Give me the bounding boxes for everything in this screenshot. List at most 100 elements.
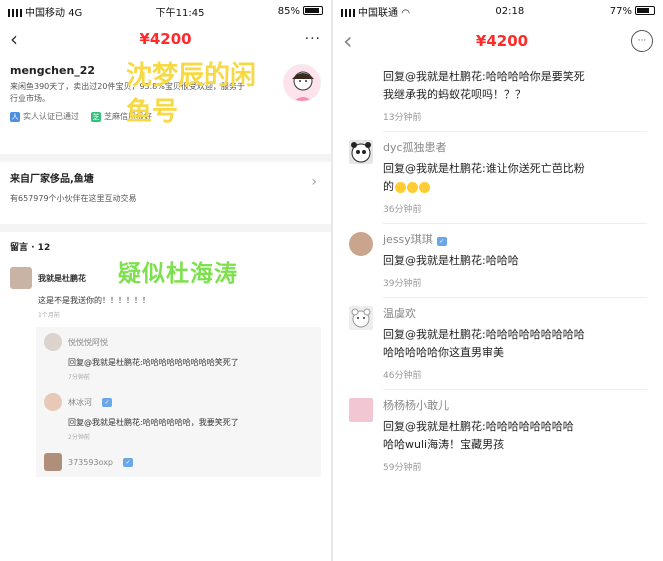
reply-time: 13分钟前 bbox=[383, 113, 422, 123]
reply-time: 39分钟前 bbox=[383, 279, 422, 289]
reply-item: dyc孤独患者 回复@我就是杜鹏花:谁让你送死亡芭比粉的 36分钟前 bbox=[349, 132, 647, 224]
comment-text: 这是不是我送你的！！！！！！ bbox=[38, 296, 150, 305]
battery-icon bbox=[303, 6, 323, 15]
reply-avatar[interactable] bbox=[44, 333, 62, 351]
status-bar: 中国联通 ◠ 02:18 77% bbox=[333, 0, 663, 22]
comment-time: 1个月前 bbox=[38, 312, 60, 319]
reply-text: 回复@我就是杜鹏花:哈哈哈哈你是要笑死 我继承我的蚂蚁花呗吗！？？ bbox=[383, 68, 647, 104]
commenter-name[interactable]: 我就是杜鹏花 bbox=[38, 273, 86, 284]
more-icon[interactable]: ··· bbox=[631, 30, 653, 52]
battery-level bbox=[305, 8, 319, 13]
laugh-emoji-icon bbox=[419, 181, 430, 193]
reply-name[interactable]: 温虞欢 bbox=[383, 306, 647, 322]
reply-text: 回复@我就是杜鹏花:哈哈哈 bbox=[383, 254, 519, 267]
reply-text-line2: 哈哈wuli海涛！宝藏男孩 bbox=[383, 438, 505, 451]
more-icon[interactable]: ··· bbox=[291, 31, 321, 47]
reply-avatar[interactable] bbox=[349, 232, 373, 256]
pond-member-count: 有657979个小伙伴在这里互动交易 bbox=[10, 194, 137, 203]
signal-icon bbox=[8, 8, 22, 17]
reply-item: 温虞欢 回复@我就是杜鹏花:哈哈哈哈哈哈哈哈哈 哈哈哈哈哈你这直男审美 46分钟前 bbox=[349, 298, 647, 390]
reply-name-row: jessy琪琪 ✓ bbox=[383, 232, 647, 248]
reply-text-line2: 的 bbox=[383, 180, 394, 193]
clock: 02:18 bbox=[495, 5, 525, 17]
reply-text: 回复@我就是杜鹏花:哈哈哈哈哈哈哈哈 哈哈wuli海涛！宝藏男孩 bbox=[383, 418, 647, 454]
seller-avatar[interactable] bbox=[283, 64, 321, 102]
reply-time: 36分钟前 bbox=[383, 205, 422, 215]
reply-avatar[interactable] bbox=[349, 306, 373, 330]
commenter-avatar[interactable] bbox=[10, 267, 32, 289]
comments-title: 留言 · 12 bbox=[10, 243, 51, 253]
reply-name[interactable]: dyc孤独患者 bbox=[383, 140, 647, 156]
verified-icon: ✓ bbox=[102, 397, 112, 407]
reply-time: 7分钟前 bbox=[68, 374, 90, 381]
reply-text-line1: 回复@我就是杜鹏花:谁让你送死亡芭比粉 bbox=[383, 162, 585, 175]
panda-avatar-icon bbox=[351, 142, 371, 163]
reply-avatar[interactable] bbox=[44, 393, 62, 411]
overlay-caption-line1: 沈梦辰的闲 bbox=[126, 61, 257, 91]
reply-avatar[interactable] bbox=[349, 140, 373, 164]
comments-section: 留言 · 12 疑似杜海涛 我就是杜鹏花 这是不是我送你的！！！！！！ 1个月前… bbox=[0, 232, 331, 561]
reply-header: 悦悦悦阿悦 bbox=[44, 333, 313, 351]
nav-bar: ‹ ¥4200 ··· bbox=[333, 22, 663, 60]
wifi-icon: ◠ bbox=[401, 7, 410, 19]
seller-desc-line2: 行业市场。 bbox=[10, 94, 50, 103]
carrier: 中国移动 bbox=[25, 7, 65, 19]
bear-avatar-icon bbox=[351, 308, 371, 328]
item-price: ¥4200 bbox=[139, 30, 192, 48]
overlay-caption-account: 沈梦辰的闲 鱼号 bbox=[126, 58, 256, 130]
battery-icon bbox=[634, 6, 655, 15]
reply-name[interactable]: 373593oxp bbox=[68, 458, 113, 467]
reply-name[interactable]: 悦悦悦阿悦 bbox=[68, 337, 108, 348]
left-screenshot: 中国移动 4G 下午11:45 85% ‹ ¥4200 ··· mengchen… bbox=[0, 0, 331, 561]
battery-percent: 85% bbox=[277, 5, 300, 17]
credit-icon: 芝 bbox=[91, 111, 101, 122]
laugh-emoji-icon bbox=[407, 181, 418, 193]
avatar-image bbox=[292, 71, 314, 101]
back-icon[interactable]: ‹ bbox=[343, 27, 373, 55]
reply-thread: 悦悦悦阿悦 回复@我就是杜鹏花:哈哈哈哈哈哈哈哈哈笑死了 7分钟前 林冰河 ✓ 回… bbox=[36, 327, 321, 477]
network-type: 4G bbox=[68, 7, 83, 19]
verified-icon: ✓ bbox=[123, 457, 133, 467]
reply-text: 回复@我就是杜鹏花:哈哈哈哈哈哈哈哈哈 哈哈哈哈哈你这直男审美 bbox=[383, 326, 647, 362]
reply-text-line1: 回复@我就是杜鹏花:哈哈哈哈哈哈哈哈 bbox=[383, 420, 574, 433]
back-icon[interactable]: ‹ bbox=[10, 27, 40, 51]
reply-name[interactable]: 杨杨杨小敢儿 bbox=[383, 398, 647, 414]
overlay-caption-line2: 鱼号 bbox=[126, 97, 179, 127]
realname-label: 实人认证已通过 bbox=[23, 112, 79, 121]
realname-badge: 人实人认证已通过 bbox=[10, 111, 79, 122]
chevron-right-icon: › bbox=[311, 174, 317, 190]
reply-item: 回复@我就是杜鹏花:哈哈哈哈你是要笑死 我继承我的蚂蚁花呗吗！？？ 13分钟前 bbox=[383, 60, 647, 132]
reply-text: 回复@我就是杜鹏花:哈哈哈哈哈哈，我要笑死了 bbox=[68, 418, 239, 427]
reply-time: 59分钟前 bbox=[383, 463, 422, 473]
reply-item: jessy琪琪 ✓ 回复@我就是杜鹏花:哈哈哈 39分钟前 bbox=[349, 224, 647, 298]
reply-text-line2: 哈哈哈哈哈你这直男审美 bbox=[383, 346, 504, 359]
nav-bar: ‹ ¥4200 ··· bbox=[0, 22, 331, 56]
reply-time: 46分钟前 bbox=[383, 371, 422, 381]
item-price: ¥4200 bbox=[475, 32, 529, 50]
reply-avatar[interactable] bbox=[349, 398, 373, 422]
reply-avatar[interactable] bbox=[44, 453, 62, 471]
battery-level bbox=[636, 8, 649, 13]
reply-text-line1: 回复@我就是杜鹏花:哈哈哈哈你是要笑死 bbox=[383, 70, 585, 83]
reply-text-line2: 我继承我的蚂蚁花呗吗！？？ bbox=[383, 88, 526, 101]
fish-pond-card[interactable]: 来自厂家侈品,鱼塘 有657979个小伙伴在这里互动交易 › bbox=[0, 162, 331, 224]
reply-name[interactable]: jessy琪琪 bbox=[383, 233, 433, 246]
person-icon: 人 bbox=[10, 111, 20, 122]
reply-text-line1: 回复@我就是杜鹏花:哈哈哈哈哈哈哈哈哈 bbox=[383, 328, 585, 341]
pond-title: 来自厂家侈品,鱼塘 bbox=[10, 174, 94, 185]
reply-item: 杨杨杨小敢儿 回复@我就是杜鹏花:哈哈哈哈哈哈哈哈 哈哈wuli海涛！宝藏男孩 5… bbox=[349, 390, 647, 481]
clock: 下午11:45 bbox=[155, 7, 205, 19]
reply-name[interactable]: 林冰河 bbox=[68, 397, 92, 408]
reply-header: 林冰河 ✓ bbox=[44, 393, 313, 411]
signal-icon bbox=[341, 8, 355, 17]
laugh-emoji-icon bbox=[395, 181, 406, 193]
right-screenshot: 中国联通 ◠ 02:18 77% ‹ ¥4200 ··· 回复@我就是杜鹏花:哈… bbox=[333, 0, 663, 561]
verified-icon: ✓ bbox=[436, 237, 447, 246]
reply-list: 回复@我就是杜鹏花:哈哈哈哈你是要笑死 我继承我的蚂蚁花呗吗！？？ 13分钟前 d… bbox=[333, 60, 663, 481]
seller-card[interactable]: mengchen_22 来闲鱼390天了，卖出过20件宝贝，93.8%宝贝很受欢… bbox=[0, 56, 331, 154]
battery-percent: 77% bbox=[609, 5, 632, 17]
status-bar: 中国移动 4G 下午11:45 85% bbox=[0, 0, 331, 22]
reply-text: 回复@我就是杜鹏花:哈哈哈哈哈哈哈哈哈笑死了 bbox=[68, 358, 239, 367]
carrier: 中国联通 bbox=[358, 7, 398, 19]
overlay-caption-suspect: 疑似杜海涛 bbox=[118, 261, 238, 287]
